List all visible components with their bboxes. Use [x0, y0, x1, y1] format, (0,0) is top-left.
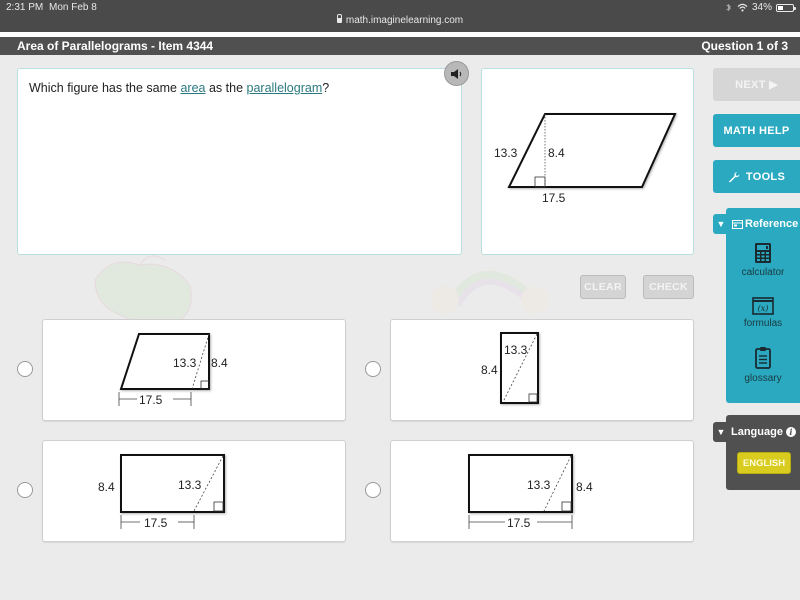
- svg-text:(x): (x): [758, 304, 769, 313]
- lock-icon: [336, 14, 343, 23]
- answer-choice-2[interactable]: 13.3 8.4: [390, 319, 694, 421]
- parallelogram-shape: [507, 113, 677, 188]
- lesson-header: Area of Parallelograms - Item 4344 Quest…: [0, 37, 800, 55]
- given-parallelogram-diagram: 13.3 8.4 17.5: [494, 113, 677, 205]
- prompt-text: ?: [322, 81, 330, 95]
- lesson-title: Area of Parallelograms - Item 4344: [17, 39, 214, 53]
- given-figure-card: 13.3 8.4 17.5: [481, 68, 694, 255]
- answer-radio-2[interactable]: [365, 361, 381, 377]
- base-label: 17.5: [507, 516, 531, 530]
- question-prompt: Which figure has the same area as the pa…: [29, 81, 329, 95]
- prompt-text: Which figure has the same: [29, 81, 181, 95]
- answer-2-diagram: 13.3 8.4: [481, 332, 539, 404]
- reference-item-formulas[interactable]: (x) formulas: [726, 297, 800, 329]
- wifi-icon: [737, 3, 748, 12]
- diagonal-label: 13.3: [504, 343, 528, 357]
- answer-3-diagram: 13.3 8.4 17.5: [98, 454, 225, 530]
- battery-icon: [776, 3, 796, 12]
- language-title: Language: [731, 426, 783, 438]
- read-aloud-button[interactable]: [444, 61, 469, 86]
- reference-panel: Reference calculator (x) formulas glossa…: [726, 208, 800, 403]
- tools-label: TOOLS: [745, 170, 786, 183]
- battery-percent: 34%: [751, 2, 772, 13]
- glossary-link-area[interactable]: area: [180, 81, 205, 95]
- reference-title: Reference: [745, 218, 799, 230]
- rainbow-doodle: [431, 270, 549, 314]
- base-label: 17.5: [139, 393, 163, 407]
- answer-radio-1[interactable]: [17, 361, 33, 377]
- answer-4-diagram: 13.3 8.4 17.5: [468, 454, 593, 530]
- language-header: Language i: [731, 426, 796, 438]
- height-label: 8.4: [548, 146, 565, 160]
- ios-status-bar: 2:31 PM Mon Feb 8 34% math.imaginelearni…: [0, 0, 800, 32]
- math-help-button[interactable]: MATH HELP: [713, 114, 800, 147]
- answer-radio-4[interactable]: [365, 482, 381, 498]
- rectangle-shape: [468, 454, 573, 513]
- answer-1-diagram: 13.3 8.4 17.5: [118, 333, 228, 407]
- tools-button[interactable]: TOOLS: [713, 160, 800, 193]
- reference-header[interactable]: Reference: [732, 218, 798, 230]
- clear-button[interactable]: CLEAR: [580, 275, 626, 299]
- address-bar[interactable]: math.imaginelearning.com: [0, 14, 800, 26]
- info-icon[interactable]: i: [785, 427, 796, 437]
- speaker-icon: [450, 68, 461, 79]
- diagonal-label: 13.3: [527, 478, 551, 492]
- date: Mon Feb 8: [49, 2, 97, 13]
- reference-icon: [732, 219, 743, 229]
- diagonal-label: 13.3: [173, 356, 197, 370]
- question-counter: Question 1 of 3: [701, 39, 788, 53]
- english-button[interactable]: ENGLISH: [737, 452, 791, 474]
- answer-choice-4[interactable]: 13.3 8.4 17.5: [390, 440, 694, 542]
- height-label: 8.4: [98, 480, 115, 494]
- height-label: 8.4: [211, 356, 228, 370]
- side-label: 13.3: [494, 146, 518, 160]
- wrench-icon: [728, 171, 740, 182]
- clipboard-icon: [755, 347, 771, 369]
- url-text: math.imaginelearning.com: [345, 15, 464, 26]
- battery-fill: [778, 5, 783, 10]
- next-button[interactable]: NEXT ▶: [713, 68, 800, 101]
- glossary-label: glossary: [744, 373, 782, 384]
- formulas-label: formulas: [743, 318, 783, 329]
- height-label: 8.4: [576, 480, 593, 494]
- base-label: 17.5: [542, 191, 566, 205]
- clock: 2:31 PM: [6, 2, 44, 13]
- bluetooth-icon: [726, 3, 731, 12]
- formulas-icon: (x): [752, 297, 774, 315]
- reference-item-calculator[interactable]: calculator: [726, 242, 800, 278]
- glossary-link-parallelogram[interactable]: parallelogram: [247, 81, 323, 95]
- calculator-icon: [755, 243, 771, 263]
- answer-radio-3[interactable]: [17, 482, 33, 498]
- calculator-label: calculator: [741, 267, 785, 278]
- answer-choice-1[interactable]: 13.3 8.4 17.5: [42, 319, 346, 421]
- language-panel: Language i ENGLISH: [726, 415, 800, 490]
- reference-item-glossary[interactable]: glossary: [726, 346, 800, 384]
- check-button[interactable]: CHECK: [643, 275, 694, 299]
- question-card: Which figure has the same area as the pa…: [17, 68, 462, 255]
- rectangle-shape: [120, 454, 225, 513]
- answer-choice-3[interactable]: 13.3 8.4 17.5: [42, 440, 346, 542]
- height-label: 8.4: [481, 363, 498, 377]
- base-label: 17.5: [144, 516, 168, 530]
- prompt-text: as the: [205, 81, 247, 95]
- status-icons: 34%: [724, 2, 796, 13]
- diagonal-label: 13.3: [178, 478, 202, 492]
